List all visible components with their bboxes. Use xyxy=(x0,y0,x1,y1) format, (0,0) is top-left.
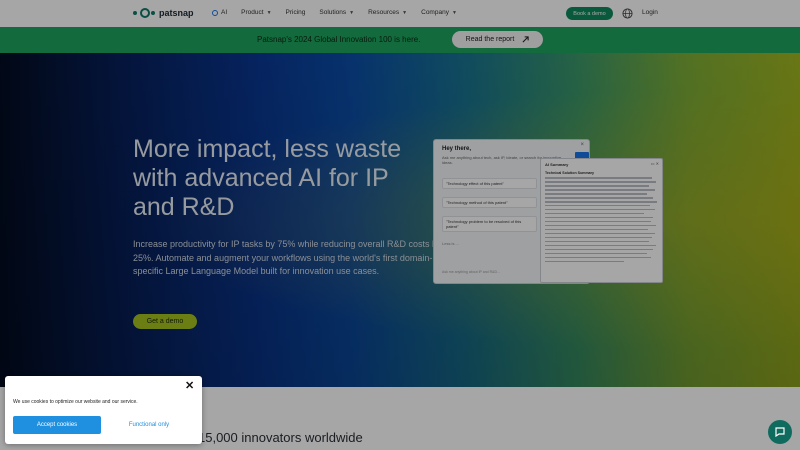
chat-greeting: Hey there, xyxy=(442,146,472,152)
book-demo-button[interactable]: Book a demo xyxy=(566,7,613,20)
innovators-heading: 15,000 innovators worldwide xyxy=(198,430,363,445)
login-link[interactable]: Login xyxy=(642,9,658,16)
chevron-down-icon: ▼ xyxy=(266,9,272,16)
nav-item-solutions[interactable]: Solutions ▼ xyxy=(319,9,354,16)
summary-title: Technical Solution Summary xyxy=(545,171,595,175)
nav-item-ai[interactable]: AI xyxy=(212,9,227,16)
globe-icon[interactable] xyxy=(622,8,633,19)
nav-item-label: Company xyxy=(421,9,449,16)
close-icon[interactable]: ✕ xyxy=(185,379,194,392)
cookie-consent-dialog: ✕ We use cookies to optimize our website… xyxy=(5,376,202,444)
functional-only-button[interactable]: Functional only xyxy=(105,416,193,434)
chat-widget-button[interactable] xyxy=(768,420,792,444)
arrow-up-right-icon xyxy=(522,36,529,43)
get-demo-button[interactable]: Get a demo xyxy=(133,314,197,329)
cookie-message: We use cookies to optimize our website a… xyxy=(13,399,138,405)
prompt-suggestion: "Technology effect of this patent" xyxy=(442,178,537,189)
brand-logo[interactable]: patsnap xyxy=(133,7,194,19)
read-report-label: Read the report xyxy=(465,36,515,43)
ai-summary-mockup: AI Summary ▭ ✕ Technical Solution Summar… xyxy=(540,158,663,283)
top-navigation: patsnap AI Product ▼ Pricing Solutions ▼… xyxy=(0,0,800,27)
close-icon: × xyxy=(580,142,584,148)
chevron-down-icon: ▼ xyxy=(349,9,355,16)
read-report-button[interactable]: Read the report xyxy=(452,31,543,48)
nav-links: AI Product ▼ Pricing Solutions ▼ Resourc… xyxy=(212,9,457,16)
nav-item-pricing[interactable]: Pricing xyxy=(286,9,306,16)
summary-text-lines xyxy=(545,177,658,265)
window-controls-icon: ▭ ✕ xyxy=(650,161,659,166)
chat-footer: Less is ... xyxy=(442,241,459,246)
accept-cookies-button[interactable]: Accept cookies xyxy=(13,416,101,434)
chat-bubble-icon xyxy=(775,427,785,438)
hero-title: More impact, less waste with advanced AI… xyxy=(133,135,402,221)
patsnap-logo-icon xyxy=(133,7,155,19)
prompt-suggestion: "Technology problem to be resolved of th… xyxy=(442,216,537,232)
summary-header: AI Summary xyxy=(545,162,569,167)
nav-item-product[interactable]: Product ▼ xyxy=(241,9,271,16)
nav-item-label: Resources xyxy=(368,9,400,16)
nav-item-label: Pricing xyxy=(285,9,306,16)
chevron-down-icon: ▼ xyxy=(402,9,408,16)
announcement-banner: Patsnap's 2024 Global Innovation 100 is … xyxy=(0,27,800,53)
nav-item-company[interactable]: Company ▼ xyxy=(421,9,457,16)
nav-item-label: Product xyxy=(241,9,264,16)
nav-item-resources[interactable]: Resources ▼ xyxy=(368,9,407,16)
chevron-down-icon: ▼ xyxy=(451,9,457,16)
prompt-suggestion: "Technology method of this patent" xyxy=(442,197,537,208)
nav-item-label: AI xyxy=(221,9,228,16)
brand-name: patsnap xyxy=(159,8,194,18)
banner-text: Patsnap's 2024 Global Innovation 100 is … xyxy=(257,35,421,44)
ai-icon xyxy=(212,9,218,16)
hero-subtitle: Increase productivity for IP tasks by 75… xyxy=(133,239,442,276)
nav-item-label: Solutions xyxy=(319,9,347,16)
